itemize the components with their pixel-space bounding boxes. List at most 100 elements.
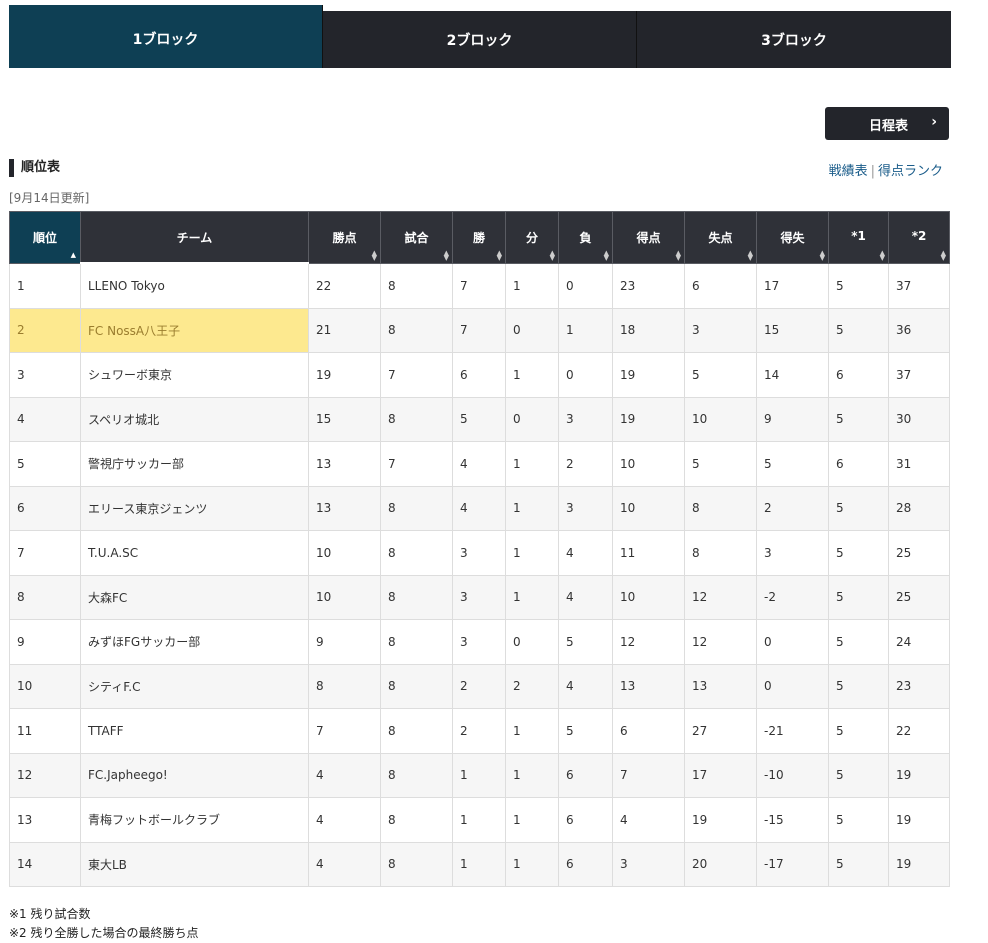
cell-won: 5 — [452, 396, 506, 442]
cell-note1: 5 — [828, 574, 889, 620]
cell-team: みずほFGサッカー部 — [80, 619, 309, 665]
cell-goals-for: 7 — [612, 752, 685, 798]
cell-rank: 13 — [9, 797, 81, 843]
cell-goal-diff: 0 — [756, 619, 829, 665]
cell-lost: 0 — [558, 262, 613, 309]
sort-asc-icon: ▲ — [70, 250, 76, 259]
column-header-goal-diff[interactable]: 得失 ▲ ▼ — [756, 211, 829, 264]
column-header-played[interactable]: 試合 ▲ ▼ — [380, 211, 453, 264]
footnotes: ※1 残り試合数 ※2 残り全勝した場合の最終勝ち点 — [9, 905, 199, 943]
column-header-note1[interactable]: *1 ▲ ▼ — [828, 211, 889, 264]
cell-drawn: 1 — [505, 752, 559, 798]
cell-played: 8 — [380, 752, 453, 798]
cell-note1: 5 — [828, 663, 889, 709]
updated-date: [9月14日更新] — [9, 191, 90, 205]
cell-won: 7 — [452, 262, 506, 309]
cell-note1: 5 — [828, 485, 889, 531]
cell-points: 7 — [308, 708, 381, 754]
cell-won: 1 — [452, 752, 506, 798]
tab-block-3[interactable]: 3ブロック — [637, 11, 951, 68]
cell-rank: 5 — [9, 441, 81, 487]
cell-team: FC.Japheego! — [80, 752, 309, 798]
cell-goals-for: 19 — [612, 396, 685, 442]
cell-rank: 3 — [9, 352, 81, 398]
cell-points: 10 — [308, 574, 381, 620]
cell-note2: 31 — [888, 441, 950, 487]
cell-team: TTAFF — [80, 708, 309, 754]
cell-team: エリース東京ジェンツ — [80, 485, 309, 531]
cell-rank: 9 — [9, 619, 81, 665]
cell-note1: 5 — [828, 307, 889, 353]
sort-icon: ▲ ▼ — [747, 248, 753, 262]
cell-played: 8 — [380, 530, 453, 576]
cell-points: 4 — [308, 797, 381, 843]
header-label: 勝 — [472, 231, 485, 245]
cell-note1: 5 — [828, 797, 889, 843]
scorers-link[interactable]: 得点ランク — [878, 164, 943, 179]
cell-note1: 5 — [828, 841, 889, 887]
cell-team: FC NossA八王子 — [80, 307, 309, 353]
cell-goals-against: 17 — [684, 752, 757, 798]
column-header-drawn[interactable]: 分 ▲ ▼ — [505, 211, 559, 264]
footnote-1: ※1 残り試合数 — [9, 907, 91, 921]
cell-drawn: 1 — [505, 797, 559, 843]
cell-drawn: 1 — [505, 530, 559, 576]
table-row: 1 LLENO Tokyo 22 8 7 1 0 23 6 17 5 37 — [9, 262, 950, 309]
cell-team: T.U.A.SC — [80, 530, 309, 576]
cell-goals-against: 13 — [684, 663, 757, 709]
table-row: 2 FC NossA八王子 21 8 7 0 1 18 3 15 5 36 — [9, 307, 950, 353]
column-header-lost[interactable]: 負 ▲ ▼ — [558, 211, 613, 264]
cell-played: 8 — [380, 396, 453, 442]
header-label: チーム — [176, 231, 213, 245]
cell-rank: 7 — [9, 530, 81, 576]
cell-drawn: 1 — [505, 262, 559, 309]
sort-icon: ▲ ▼ — [603, 248, 609, 262]
column-header-note2[interactable]: *2 ▲ ▼ — [888, 211, 950, 264]
tab-block-1[interactable]: 1ブロック — [9, 5, 323, 68]
cell-goal-diff: 17 — [756, 262, 829, 309]
cell-points: 13 — [308, 441, 381, 487]
column-header-points[interactable]: 勝点 ▲ ▼ — [308, 211, 381, 264]
cell-note1: 5 — [828, 708, 889, 754]
cell-goal-diff: 5 — [756, 441, 829, 487]
column-header-team[interactable]: チーム — [80, 211, 309, 264]
tab-label: 3ブロック — [761, 32, 827, 49]
cell-goals-against: 6 — [684, 262, 757, 309]
column-header-goals-for[interactable]: 得点 ▲ ▼ — [612, 211, 685, 264]
cell-goal-diff: 9 — [756, 396, 829, 442]
header-label: 得失 — [780, 231, 805, 245]
link-separator: | — [870, 164, 875, 179]
cell-goals-against: 12 — [684, 574, 757, 620]
cell-played: 7 — [380, 352, 453, 398]
schedule-button[interactable]: 日程表 › — [825, 107, 949, 140]
cell-points: 13 — [308, 485, 381, 531]
tab-block-2[interactable]: 2ブロック — [323, 11, 637, 68]
cell-won: 1 — [452, 841, 506, 887]
table-row: 7 T.U.A.SC 10 8 3 1 4 11 8 3 5 25 — [9, 530, 950, 576]
cell-played: 8 — [380, 262, 453, 309]
cell-note1: 5 — [828, 619, 889, 665]
cell-played: 8 — [380, 574, 453, 620]
cell-played: 7 — [380, 441, 453, 487]
cell-note2: 25 — [888, 574, 950, 620]
cell-goals-for: 12 — [612, 619, 685, 665]
cell-note2: 19 — [888, 797, 950, 843]
cell-goal-diff: 3 — [756, 530, 829, 576]
header-label: 負 — [579, 231, 592, 245]
cell-goals-for: 19 — [612, 352, 685, 398]
results-link[interactable]: 戦績表 — [829, 164, 868, 179]
cell-note2: 25 — [888, 530, 950, 576]
cell-note1: 5 — [828, 530, 889, 576]
cell-lost: 6 — [558, 797, 613, 843]
cell-goals-for: 23 — [612, 262, 685, 309]
table-row: 8 大森FC 10 8 3 1 4 10 12 -2 5 25 — [9, 574, 950, 620]
column-header-goals-against[interactable]: 失点 ▲ ▼ — [684, 211, 757, 264]
column-header-won[interactable]: 勝 ▲ ▼ — [452, 211, 506, 264]
column-header-rank[interactable]: 順位 ▲ — [9, 211, 81, 264]
tab-label: 2ブロック — [446, 32, 513, 49]
cell-note1: 6 — [828, 441, 889, 487]
tab-label: 1ブロック — [132, 31, 199, 48]
cell-rank: 4 — [9, 396, 81, 442]
cell-played: 8 — [380, 663, 453, 709]
cell-goal-diff: 15 — [756, 307, 829, 353]
